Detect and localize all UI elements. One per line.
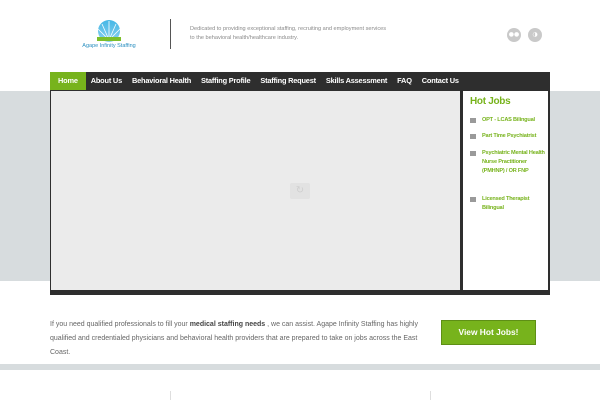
hot-jobs-panel: Hot Jobs OPT - LCAS Bilingual Part Time … (463, 91, 548, 290)
nav-faq[interactable]: FAQ (392, 72, 417, 90)
footer-band (0, 364, 600, 370)
site-logo[interactable]: Agape Infinity Staffing (57, 18, 161, 54)
rss-icon[interactable]: ◑ (528, 28, 542, 42)
hot-job-item[interactable]: Psychiatric Mental Health Nurse Practiti… (470, 149, 546, 176)
hot-job-item[interactable]: Part Time Psychiatrist (470, 132, 546, 141)
job-bullet-icon (470, 197, 476, 202)
image-slider[interactable] (51, 91, 460, 290)
job-bullet-icon (470, 134, 476, 139)
sunburst-logo-icon (97, 20, 121, 42)
nav-contact-us[interactable]: Contact Us (417, 72, 464, 90)
job-bullet-icon (470, 151, 476, 156)
intro-paragraph: If you need qualified professionals to f… (50, 318, 430, 360)
nav-staffing-profile[interactable]: Staffing Profile (196, 72, 255, 90)
nav-home[interactable]: Home (50, 72, 86, 90)
nav-about-us[interactable]: About Us (86, 72, 127, 90)
header-divider (170, 19, 171, 49)
nav-skills-assessment[interactable]: Skills Assessment (321, 72, 392, 90)
logo-text: Agape Infinity Staffing (82, 43, 136, 49)
nav-staffing-request[interactable]: Staffing Request (255, 72, 321, 90)
rss-alt-icon[interactable]: ●● (507, 28, 521, 42)
loading-icon: ↻ (290, 183, 310, 199)
job-bullet-icon (470, 118, 476, 123)
hot-job-item[interactable]: Licensed Therapist Bilingual (470, 195, 546, 213)
hot-job-item[interactable]: OPT - LCAS Bilingual (470, 116, 546, 125)
hot-job-link[interactable]: Part Time Psychiatrist (482, 132, 536, 141)
hot-job-link[interactable]: Licensed Therapist Bilingual (482, 195, 546, 213)
intro-text-start: If you need qualified professionals to f… (50, 321, 188, 328)
hot-job-link[interactable]: OPT - LCAS Bilingual (482, 116, 535, 125)
site-tagline: Dedicated to providing exceptional staff… (190, 26, 387, 41)
main-navigation: Home About Us Behavioral Health Staffing… (50, 72, 550, 90)
hot-job-link[interactable]: Psychiatric Mental Health Nurse Practiti… (482, 149, 546, 176)
view-hot-jobs-button[interactable]: View Hot Jobs! (441, 320, 536, 345)
intro-highlight: medical staffing needs (189, 321, 266, 328)
hot-jobs-title: Hot Jobs (470, 96, 511, 107)
footer-divider (430, 391, 431, 400)
footer-divider (170, 391, 171, 400)
nav-behavioral-health[interactable]: Behavioral Health (127, 72, 196, 90)
